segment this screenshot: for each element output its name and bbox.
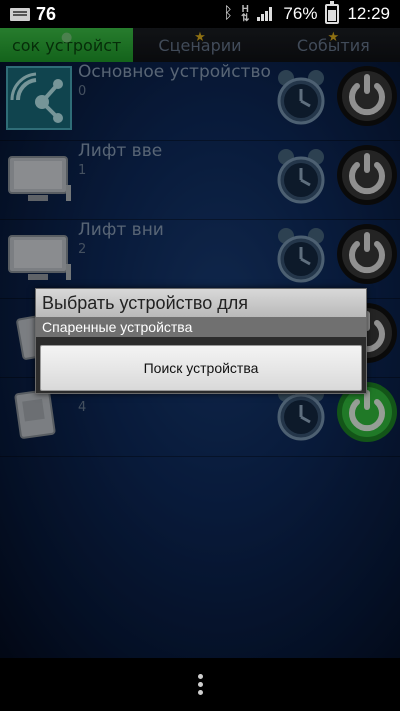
- mail-icon: [10, 7, 30, 21]
- overflow-menu-icon[interactable]: [196, 674, 204, 698]
- bluetooth-device-dialog: Выбрать устройство для Спаренные устройс…: [35, 288, 367, 394]
- hspa-icon: H ⇅: [241, 4, 250, 24]
- bluetooth-icon: ᛒ: [223, 5, 234, 22]
- status-bar: 76 ᛒ H ⇅ 76% 12:29: [0, 0, 400, 28]
- app-screen: ● сок устройст ★ Сценарии ★ События Осно…: [0, 28, 400, 658]
- navigation-bar: [0, 658, 400, 711]
- signal-icon: [257, 7, 275, 21]
- clock: 12:29: [347, 4, 390, 23]
- battery-icon: [325, 1, 340, 24]
- notification-count: 76: [36, 3, 57, 24]
- search-devices-button[interactable]: Поиск устройства: [40, 345, 362, 391]
- battery-percent: 76%: [283, 4, 318, 23]
- dialog-title: Выбрать устройство для: [36, 289, 366, 317]
- paired-devices-header: Спаренные устройства: [36, 317, 366, 337]
